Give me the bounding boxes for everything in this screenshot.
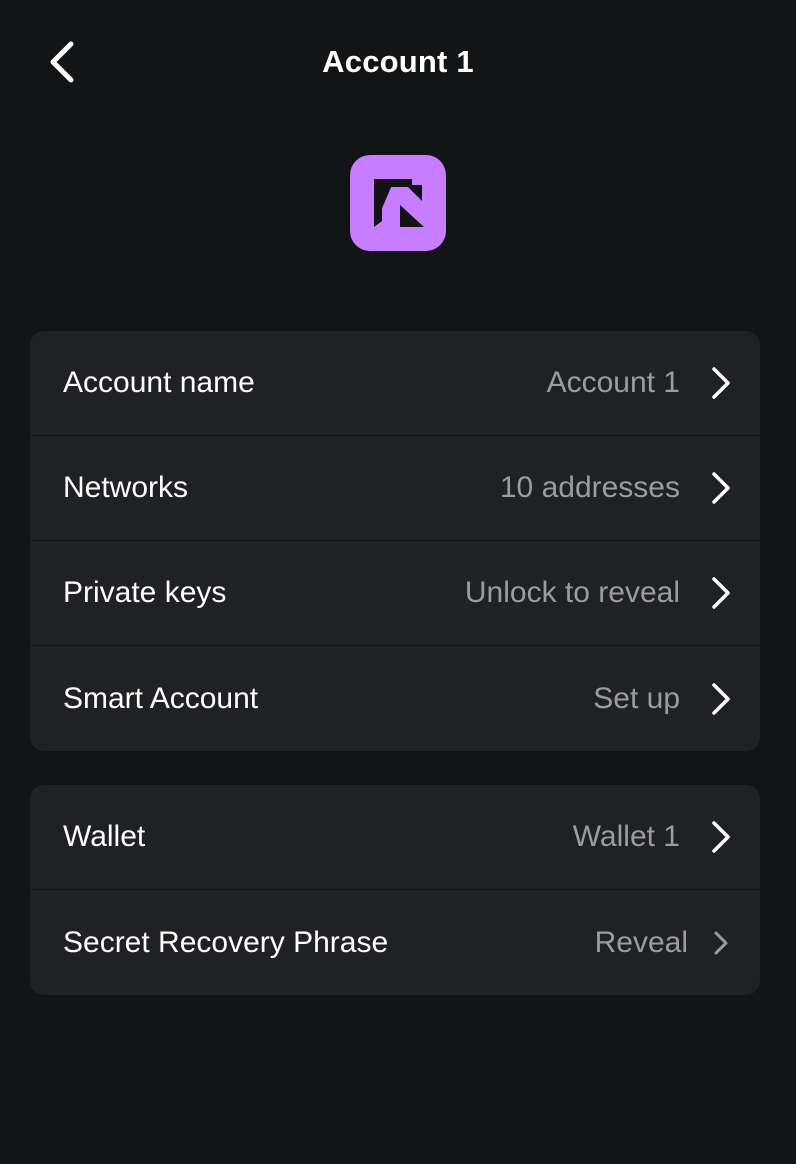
row-label: Secret Recovery Phrase [63,925,389,959]
page-title: Account 1 [322,44,474,79]
row-label: Wallet [63,820,146,853]
chevron-right-icon [710,820,732,854]
chevron-right-icon [710,471,732,505]
account-avatar-logo-icon [374,179,424,227]
header: Account 1 [0,0,796,130]
row-label: Smart Account [63,681,259,715]
account-settings-card: Account name Account 1 Networks 10 addre… [30,331,760,751]
smart-account-row[interactable]: Smart Account Set up [30,646,760,751]
networks-row[interactable]: Networks 10 addresses [30,436,760,541]
row-value: Reveal [594,925,688,959]
chevron-right-icon [710,366,732,400]
account-name-row[interactable]: Account name Account 1 [30,331,760,436]
avatar-container [0,155,796,251]
avatar [350,155,446,251]
row-value: Wallet 1 [572,820,680,853]
row-label: Account name [63,366,255,399]
row-label: Private keys [63,576,227,609]
row-value: Unlock to reveal [464,576,680,609]
account-details-screen: Account 1 Account name Account 1 Network… [0,0,796,1164]
row-value: Account 1 [546,366,680,399]
chevron-right-icon [710,926,732,960]
chevron-right-icon [710,682,732,716]
wallet-settings-card: Wallet Wallet 1 Secret Recovery Phrase R… [30,785,760,995]
row-value: Set up [593,681,680,715]
row-label: Networks [63,471,189,504]
private-keys-row[interactable]: Private keys Unlock to reveal [30,541,760,646]
wallet-row[interactable]: Wallet Wallet 1 [30,785,760,890]
chevron-right-icon [710,576,732,610]
secret-recovery-phrase-row[interactable]: Secret Recovery Phrase Reveal [30,890,760,995]
row-value: 10 addresses [499,471,680,504]
